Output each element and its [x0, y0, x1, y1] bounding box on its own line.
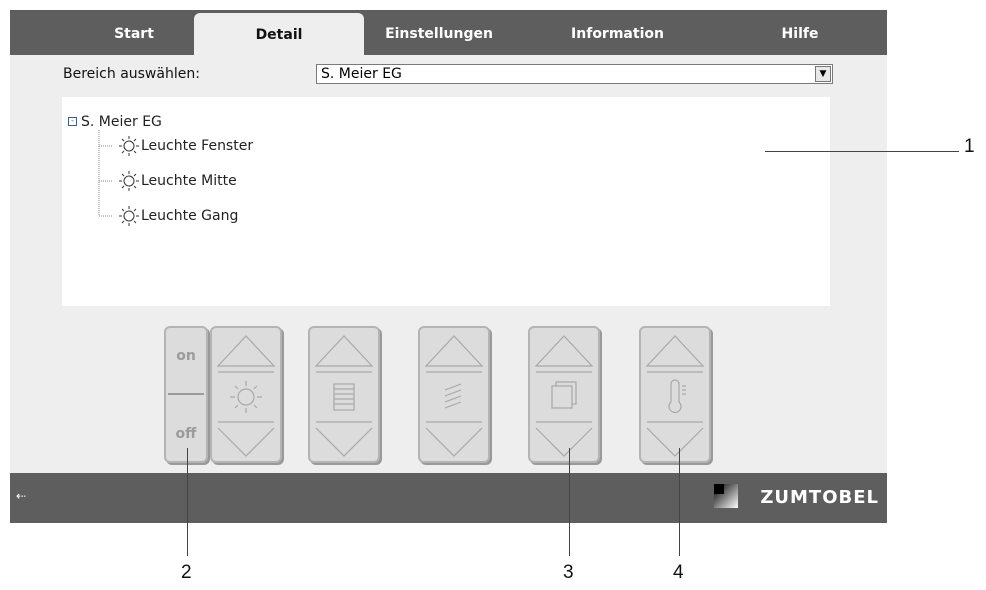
temperature-button[interactable] [639, 326, 711, 463]
callout-3: 3 [563, 562, 574, 583]
thermometer-icon [645, 335, 705, 457]
tab-bar: Start Detail Einstellungen Information H… [10, 10, 887, 55]
light-icon [119, 136, 139, 156]
footer-bar: ⇠ ZUMTOBEL [10, 473, 887, 523]
brightness-button[interactable] [210, 326, 282, 463]
callout-line-2 [187, 448, 188, 556]
window-button[interactable] [528, 326, 600, 463]
tab-hilfe[interactable]: Hilfe [730, 10, 870, 55]
brand-logo: ZUMTOBEL [760, 487, 879, 508]
blinds-button[interactable] [308, 326, 380, 463]
callout-line-3 [569, 448, 570, 556]
tree-item-leuchte-gang[interactable]: Leuchte Gang [141, 206, 238, 226]
callout-1: 1 [964, 136, 975, 157]
area-select[interactable]: S. Meier EG ▼ [316, 64, 833, 84]
window-icon [534, 335, 594, 457]
light-icon [119, 171, 139, 191]
tree-root[interactable]: S. Meier EG [81, 112, 162, 132]
callout-4: 4 [673, 562, 684, 583]
tab-information[interactable]: Information [545, 10, 690, 55]
area-select-value: S. Meier EG [321, 66, 402, 82]
blinds-icon [314, 335, 374, 457]
app-window: Start Detail Einstellungen Information H… [10, 10, 887, 523]
tab-einstellungen[interactable]: Einstellungen [364, 10, 514, 55]
area-tree[interactable]: - S. Meier EG Leuchte Fenster Leuchte Mi… [62, 97, 830, 306]
zumtobel-logo-icon [714, 484, 738, 508]
callout-line-1 [765, 151, 959, 152]
tab-detail[interactable]: Detail [194, 13, 364, 55]
area-label: Bereich auswählen: [63, 66, 200, 82]
callout-2: 2 [181, 562, 192, 583]
exit-icon[interactable]: ⇠ [16, 489, 26, 503]
chevron-down-icon[interactable]: ▼ [815, 66, 831, 82]
off-label: off [175, 426, 197, 442]
tree-item-leuchte-mitte[interactable]: Leuchte Mitte [141, 171, 237, 191]
collapse-icon[interactable]: - [68, 117, 77, 126]
light-icon [119, 206, 139, 226]
slats-icon [424, 335, 484, 457]
callout-line-4 [679, 448, 680, 556]
tab-start[interactable]: Start [64, 10, 204, 55]
tree-item-leuchte-fenster[interactable]: Leuchte Fenster [141, 136, 253, 156]
slats-button[interactable] [418, 326, 490, 463]
brightness-icon [216, 335, 276, 457]
on-off-button[interactable]: on off [164, 326, 208, 463]
